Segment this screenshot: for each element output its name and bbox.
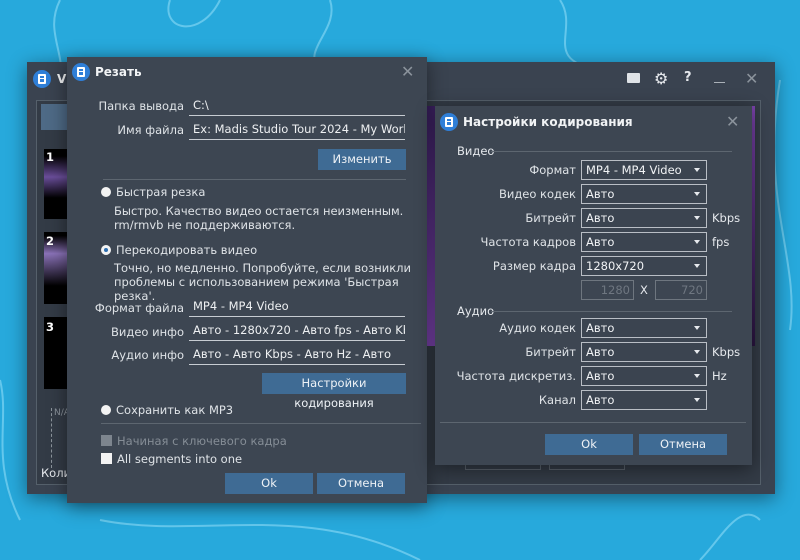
thumb-number: 1 — [46, 150, 54, 164]
help-icon[interactable]: ? — [684, 70, 692, 85]
section-divider — [491, 311, 732, 312]
section-divider — [491, 151, 732, 152]
cancel-button[interactable]: Отмена — [317, 473, 405, 494]
cut-dialog: Резать ✕ Папка вывода C:\ Имя файла Ex: … — [67, 57, 427, 503]
sample-rate-unit: Hz — [712, 369, 727, 383]
dialog-title: Настройки кодирования — [463, 115, 633, 129]
settings-gear-icon[interactable]: ⚙ — [654, 69, 668, 88]
audio-section-label: Аудио — [457, 304, 494, 318]
framerate-label: Частота кадров — [435, 235, 576, 249]
frame-size-value: 1280x720 — [586, 259, 644, 273]
cancel-button[interactable]: Отмена — [639, 434, 727, 455]
ok-button[interactable]: Ok — [225, 473, 313, 494]
dialog-title: Резать — [95, 65, 142, 79]
size-separator: X — [640, 283, 648, 297]
save-mp3-radio[interactable] — [101, 405, 111, 415]
reencode-radio[interactable] — [101, 245, 111, 255]
save-mp3-label[interactable]: Сохранить как MP3 — [116, 403, 233, 417]
sample-rate-select[interactable]: Авто — [581, 366, 707, 386]
framerate-select[interactable]: Авто — [581, 232, 707, 252]
close-icon[interactable]: ✕ — [726, 114, 739, 130]
channel-label: Канал — [435, 393, 576, 407]
fast-cut-description: rm/rmvb не поддерживаются. — [114, 218, 295, 232]
format-label: Формат — [435, 163, 576, 177]
app-logo-icon — [440, 113, 458, 131]
output-folder-field[interactable]: C:\ — [189, 96, 405, 116]
video-codec-label: Видео кодек — [435, 187, 576, 201]
keyframe-label: Начиная с ключевого кадра — [117, 434, 287, 448]
change-button[interactable]: Изменить — [318, 149, 406, 170]
audio-bitrate-select[interactable]: Авто — [581, 342, 707, 362]
audio-codec-select[interactable]: Авто — [581, 318, 707, 338]
sample-rate-label: Частота дискретиз. — [435, 369, 576, 383]
fast-cut-radio[interactable] — [101, 187, 111, 197]
audio-codec-label: Аудио кодек — [435, 321, 576, 335]
chevron-down-icon — [694, 350, 700, 354]
divider — [440, 422, 746, 423]
audio-bitrate-unit: Kbps — [712, 345, 740, 359]
chevron-down-icon — [694, 398, 700, 402]
chevron-down-icon — [694, 374, 700, 378]
channel-select[interactable]: Авто — [581, 390, 707, 410]
ok-button[interactable]: Ok — [545, 434, 633, 455]
filename-field[interactable]: Ex: Madis Studio Tour 2024 - My Workplac… — [189, 120, 405, 140]
video-codec-select[interactable]: Авто — [581, 184, 707, 204]
chevron-down-icon — [694, 216, 700, 220]
chevron-down-icon — [694, 264, 700, 268]
all-segments-label[interactable]: All segments into one — [117, 452, 242, 466]
format-select[interactable]: MP4 - MP4 Video — [581, 160, 707, 180]
folder-icon[interactable] — [627, 73, 640, 83]
sample-rate-value: Авто — [586, 369, 614, 383]
fast-cut-description: Быстро. Качество видео остается неизменн… — [114, 204, 403, 218]
file-format-field[interactable]: MP4 - MP4 Video — [189, 297, 405, 317]
close-icon[interactable]: ✕ — [745, 71, 758, 87]
all-segments-checkbox[interactable] — [101, 453, 112, 464]
video-info-field: Авто - 1280x720 - Авто fps - Авто Kbps — [189, 321, 405, 341]
video-section-label: Видео — [457, 144, 494, 158]
reencode-description: Точно, но медленно. Попробуйте, если воз… — [114, 261, 411, 275]
minimize-icon[interactable] — [714, 82, 725, 83]
app-logo-icon — [72, 63, 90, 81]
thumb-number: 2 — [46, 234, 54, 248]
audio-bitrate-label: Битрейт — [435, 345, 576, 359]
encoding-settings-button[interactable]: Настройки кодирования — [262, 373, 406, 394]
divider — [103, 179, 406, 180]
frame-width-input: 1280 — [581, 280, 634, 300]
audio-codec-value: Авто — [586, 321, 614, 335]
format-value: MP4 - MP4 Video — [586, 163, 682, 177]
video-bitrate-select[interactable]: Авто — [581, 208, 707, 228]
chevron-down-icon — [694, 326, 700, 330]
output-folder-label: Папка вывода — [67, 99, 184, 113]
keyframe-checkbox — [101, 435, 112, 446]
video-codec-value: Авто — [586, 187, 614, 201]
video-info-label: Видео инфо — [67, 325, 184, 339]
fast-cut-label[interactable]: Быстрая резка — [116, 185, 205, 199]
video-bitrate-unit: Kbps — [712, 211, 740, 225]
reencode-label[interactable]: Перекодировать видео — [116, 243, 257, 257]
thumb-number: 3 — [46, 320, 54, 334]
app-logo-icon — [33, 70, 51, 88]
chevron-down-icon — [694, 168, 700, 172]
file-format-label: Формат файла — [67, 301, 184, 315]
channel-value: Авто — [586, 393, 614, 407]
filename-label: Имя файла — [67, 123, 184, 137]
audio-info-label: Аудио инфо — [67, 348, 184, 362]
framerate-unit: fps — [712, 235, 729, 249]
divider — [101, 423, 421, 424]
chevron-down-icon — [694, 192, 700, 196]
frame-size-select[interactable]: 1280x720 — [581, 256, 707, 276]
close-icon[interactable]: ✕ — [401, 64, 414, 80]
encoding-settings-dialog: Настройки кодирования ✕ Видео Формат MP4… — [435, 106, 752, 465]
video-bitrate-label: Битрейт — [435, 211, 576, 225]
framerate-value: Авто — [586, 235, 614, 249]
frame-height-input: 720 — [655, 280, 707, 300]
audio-info-field: Авто - Авто Kbps - Авто Hz - Авто — [189, 345, 405, 365]
frame-size-label: Размер кадра — [435, 259, 576, 273]
video-bitrate-value: Авто — [586, 211, 614, 225]
chevron-down-icon — [694, 240, 700, 244]
audio-bitrate-value: Авто — [586, 345, 614, 359]
